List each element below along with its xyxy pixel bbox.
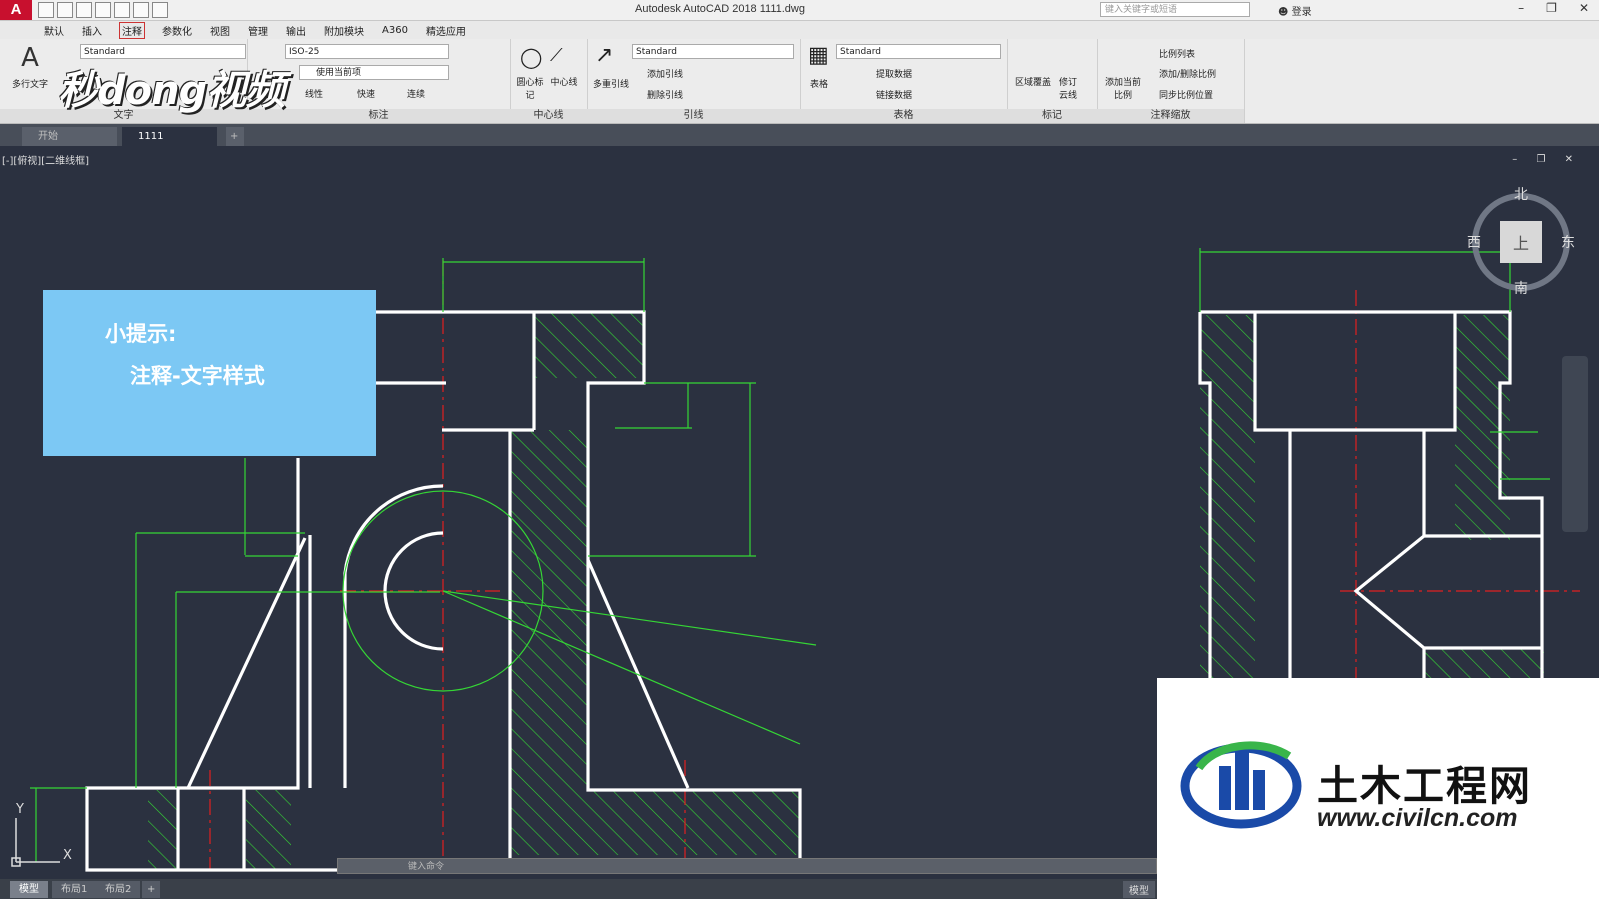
tab-addins[interactable]: 附加模块 <box>324 23 364 38</box>
title-bar: A Autodesk AutoCAD 2018 1111.dwg 键入关键字或短… <box>0 0 1599 21</box>
quick-dim-button[interactable]: 快速 <box>357 87 375 100</box>
watermark-url: www.civilcn.com <box>1317 804 1518 832</box>
leader-panel: ↗ 多重引线 Standard 添加引线 删除引线 引线 <box>587 39 801 123</box>
compass-west[interactable]: 西 <box>1467 232 1481 252</box>
mtext-label: 多行文字 <box>11 80 48 90</box>
extract-data-button[interactable]: 提取数据 <box>876 67 912 80</box>
login-link[interactable]: ☻ 登录 <box>1278 3 1312 18</box>
hint-title: 小提示: <box>105 322 177 346</box>
hint-text: 注释-文字样式 <box>130 364 265 388</box>
center-mark-icon[interactable]: ◯ <box>520 45 542 69</box>
annotation-scaling-panel: 添加当前比例 比例列表 添加/删除比例 同步比例位置 注释缩放 <box>1097 39 1245 123</box>
tab-output[interactable]: 输出 <box>286 23 306 38</box>
dim-layer-select[interactable]: 使用当前项 <box>299 65 449 80</box>
centerline-panel: ◯ ⟋ 圆心标记 中心线 中心线 <box>510 39 588 123</box>
leader-style-select[interactable]: Standard <box>632 44 794 59</box>
ribbon-tabs: 默认 插入 注释 参数化 视图 管理 输出 附加模块 A360 精选应用 <box>0 21 1599 39</box>
compass-south[interactable]: 南 <box>1514 278 1528 298</box>
layout-tab-2[interactable]: 布局2 <box>96 881 141 898</box>
multileader-icon[interactable]: ↗ <box>595 43 613 68</box>
tab-start[interactable]: 开始 <box>22 127 117 146</box>
centerline-label: 中心线 <box>550 78 578 88</box>
remove-leader-button[interactable]: 删除引线 <box>647 88 683 101</box>
add-current-scale-button[interactable]: 添加当前比例 <box>1101 75 1145 101</box>
user-icon: ☻ <box>1278 7 1289 18</box>
add-layout-icon[interactable]: + <box>142 881 161 898</box>
login-label: 登录 <box>1291 7 1312 18</box>
dimension-panel: ISO-25 使用当前项 线性 快速 连续 标注 <box>247 39 511 123</box>
dim-style-select[interactable]: ISO-25 <box>285 44 449 59</box>
text-style-select[interactable]: Standard <box>80 44 246 59</box>
mtext-icon[interactable]: A <box>10 43 50 73</box>
close-icon[interactable]: ✕ <box>1579 1 1589 15</box>
add-delete-scale-button[interactable]: 添加/删除比例 <box>1159 67 1216 80</box>
linear-button[interactable]: 线性 <box>305 87 323 100</box>
layout-tab-model[interactable]: 模型 <box>10 881 48 898</box>
centerline-icon[interactable]: ⟋ <box>550 45 563 66</box>
compass-east[interactable]: 东 <box>1561 232 1575 252</box>
ucs-x-label: X <box>63 848 72 863</box>
table-icon[interactable]: ▦ <box>808 43 829 68</box>
table-style-select[interactable]: Standard <box>836 44 1001 59</box>
new-tab-icon[interactable]: + <box>226 127 244 146</box>
tab-manage[interactable]: 管理 <box>248 23 268 38</box>
layout-tab-1[interactable]: 布局1 <box>52 881 97 898</box>
hint-box: 小提示: 注释-文字样式 <box>43 290 376 456</box>
multileader-label: 多重引线 <box>592 80 629 90</box>
watermark-logo-icon <box>1180 741 1302 829</box>
brand-logo: 秒dong视频 <box>58 68 285 114</box>
tab-annotate[interactable]: 注释 <box>119 21 145 39</box>
command-line-input[interactable]: 键入命令 <box>337 858 1157 874</box>
table-panel-label[interactable]: 表格 <box>800 109 1007 123</box>
centerline-panel-label: 中心线 <box>510 109 587 123</box>
file-tab-bar: 开始 1111 + <box>0 124 1599 146</box>
continue-button[interactable]: 连续 <box>407 87 425 100</box>
center-mark-label: 圆心标记 <box>516 78 544 101</box>
tab-a360[interactable]: A360 <box>382 25 408 36</box>
compass-north[interactable]: 北 <box>1514 184 1528 204</box>
table-label: 表格 <box>809 80 828 90</box>
table-panel: ▦ 表格 Standard 提取数据 链接数据 表格 <box>800 39 1008 123</box>
tab-drawing-1111[interactable]: 1111 <box>122 127 217 146</box>
dimension-panel-label[interactable]: 标注 <box>247 109 510 123</box>
leader-panel-label[interactable]: 引线 <box>587 109 800 123</box>
model-space-button[interactable]: 模型 <box>1123 881 1155 898</box>
restore-icon[interactable]: ❐ <box>1546 1 1557 15</box>
wipeout-button[interactable]: 区域覆盖 <box>1013 75 1053 88</box>
tab-featured-apps[interactable]: 精选应用 <box>426 23 466 38</box>
tab-parametric[interactable]: 参数化 <box>162 23 192 38</box>
add-leader-button[interactable]: 添加引线 <box>647 67 683 80</box>
sync-scale-button[interactable]: 同步比例位置 <box>1159 88 1213 101</box>
watermark-title: 土木工程网 <box>1317 762 1532 810</box>
tab-view[interactable]: 视图 <box>210 23 230 38</box>
watermark: 土木工程网 www.civilcn.com <box>1157 678 1599 899</box>
scale-list-button[interactable]: 比例列表 <box>1159 47 1195 60</box>
tab-default[interactable]: 默认 <box>44 23 64 38</box>
minimize-icon[interactable]: – <box>1518 1 1524 15</box>
ucs-y-label: Y <box>16 802 24 817</box>
viewcube-top[interactable]: 上 <box>1513 230 1529 254</box>
link-data-button[interactable]: 链接数据 <box>876 88 912 101</box>
window-controls: – ❐ ✕ <box>1518 1 1589 15</box>
markup-panel: 区域覆盖 修订云线 标记 <box>1007 39 1098 123</box>
search-input[interactable]: 键入关键字或短语 <box>1100 2 1250 17</box>
markup-panel-label: 标记 <box>1007 109 1097 123</box>
tab-insert[interactable]: 插入 <box>82 23 102 38</box>
revcloud-button[interactable]: 修订云线 <box>1057 75 1079 101</box>
annotation-scaling-panel-label: 注释缩放 <box>1097 109 1244 123</box>
